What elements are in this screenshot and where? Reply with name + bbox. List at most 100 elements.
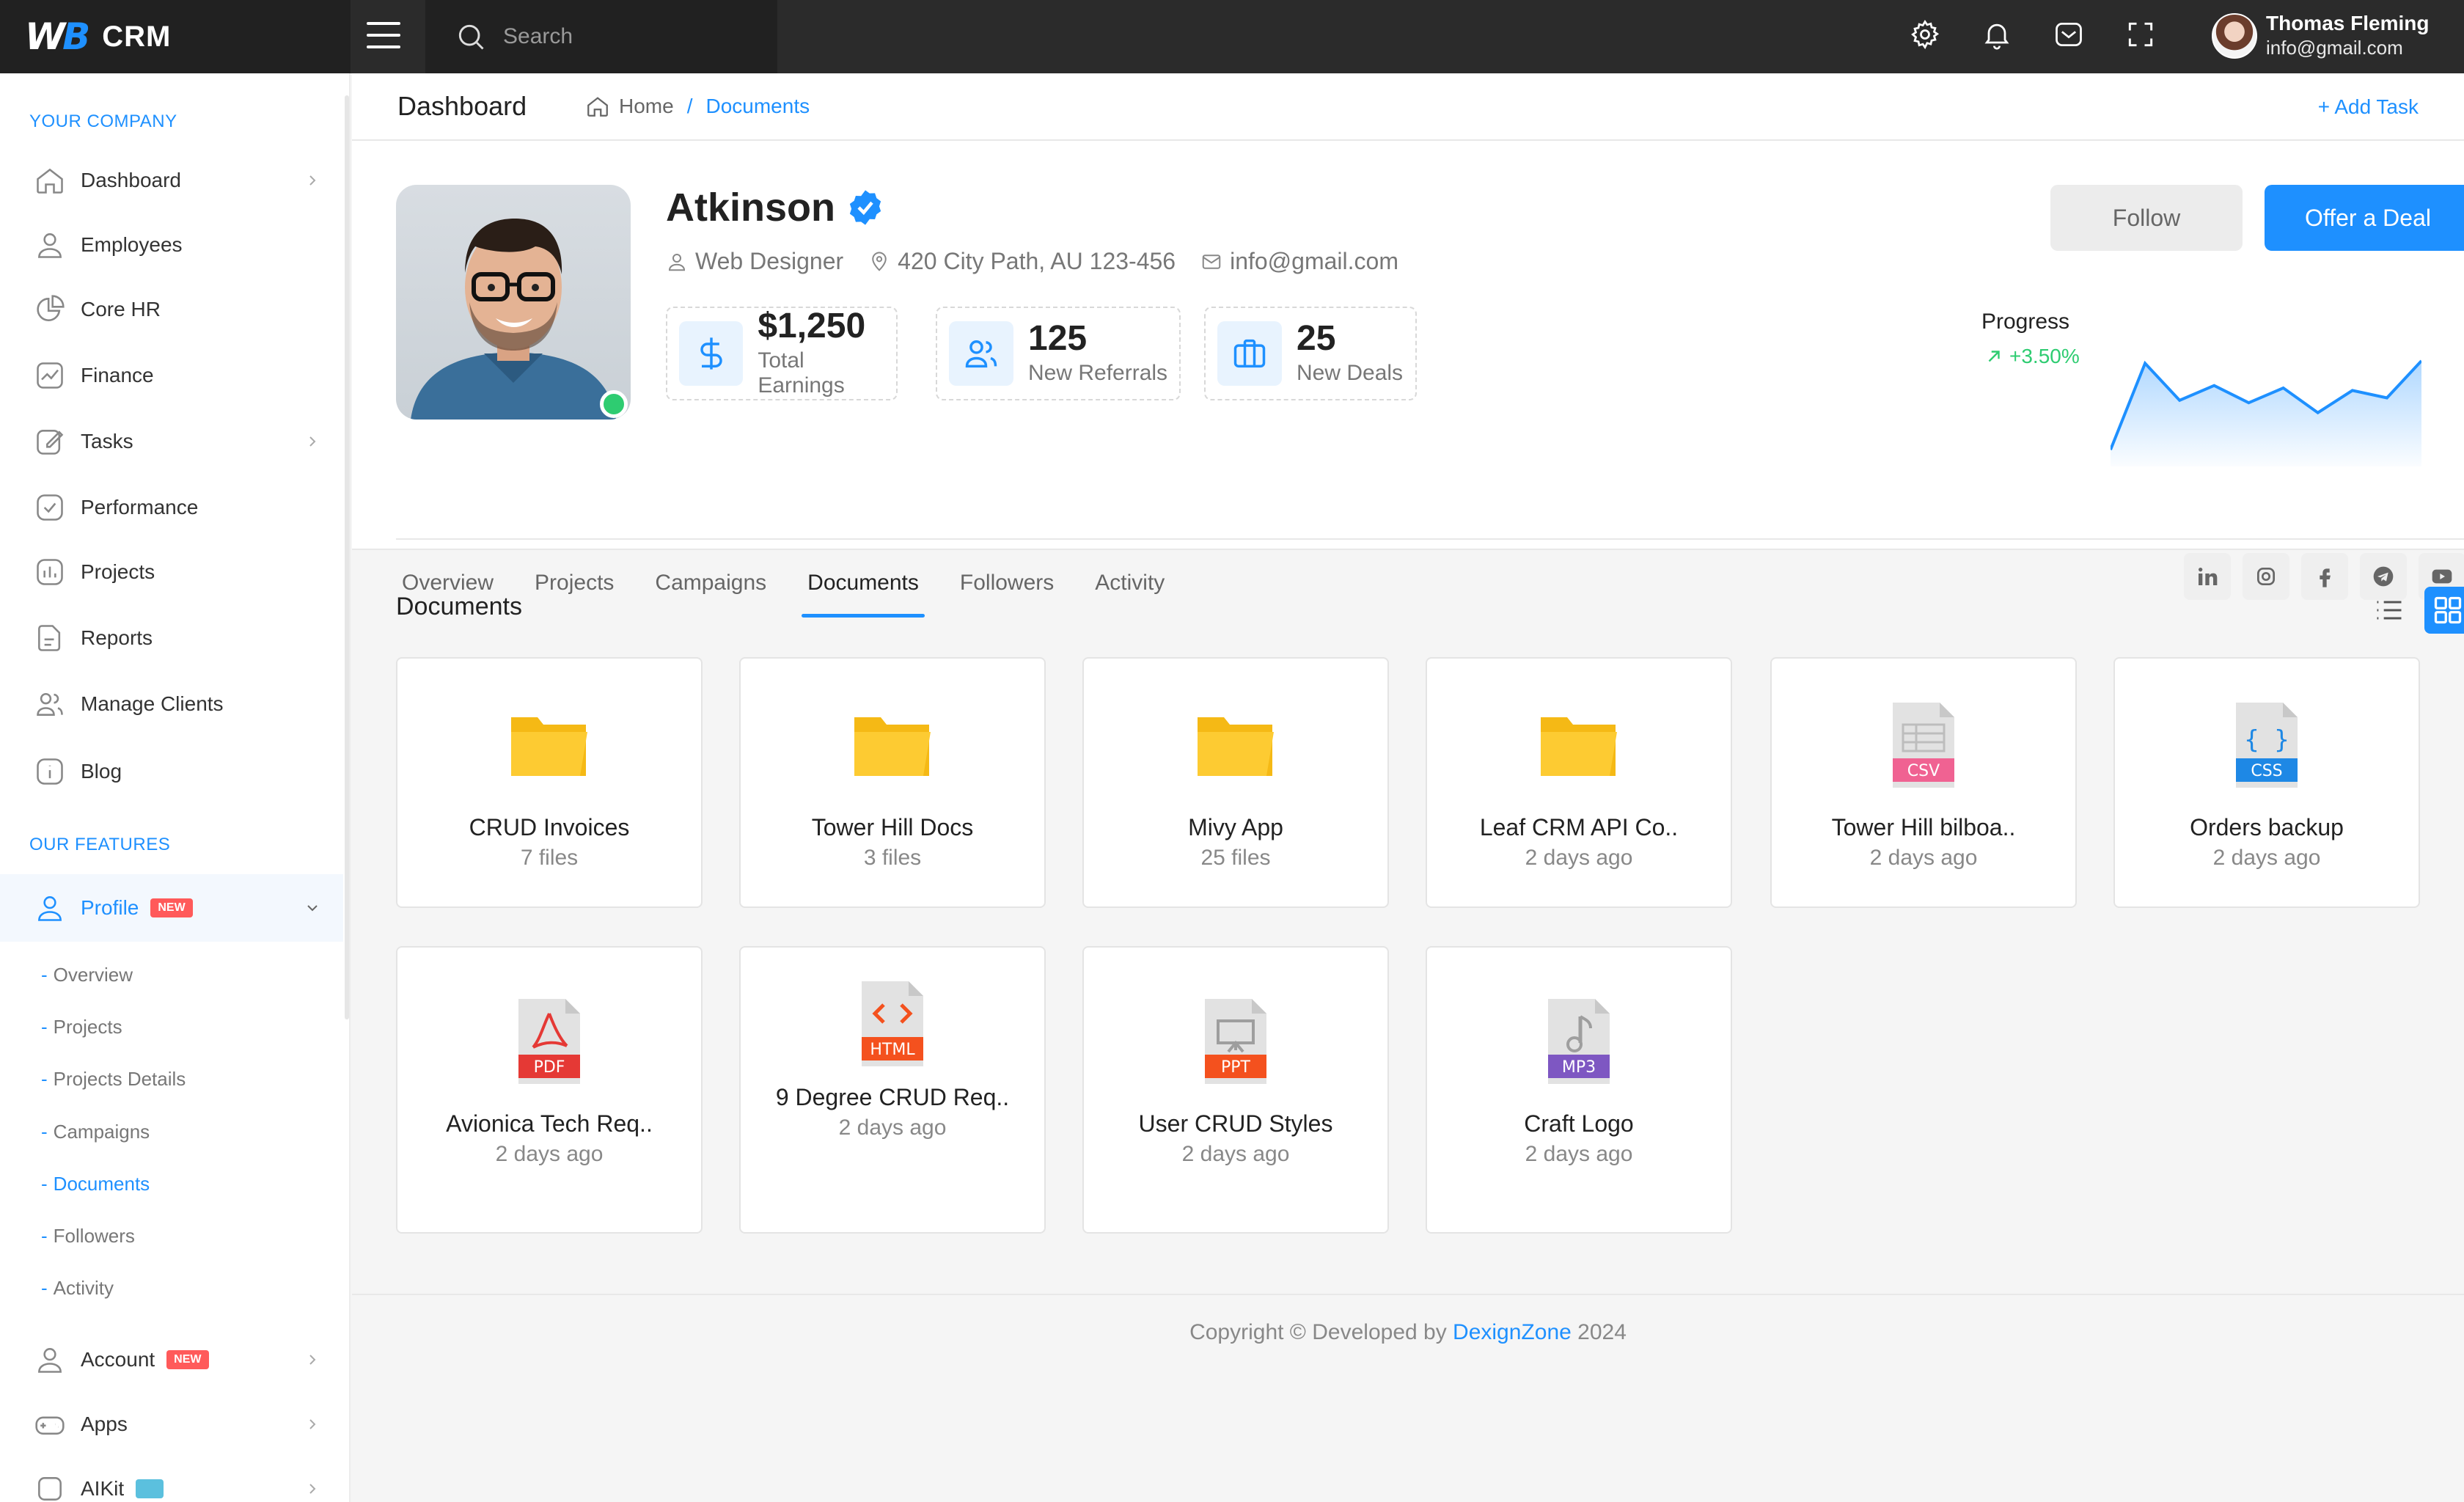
search-icon	[458, 24, 484, 50]
chevron-right-icon	[309, 436, 316, 447]
sidebar-item-label: Projects	[81, 560, 155, 583]
tab-projects[interactable]: Projects	[529, 552, 620, 618]
stat-icon-box	[679, 321, 744, 386]
facebook-button[interactable]	[2301, 553, 2348, 600]
file-tag: CSV	[1907, 762, 1940, 780]
gamepad-icon	[35, 1416, 65, 1435]
sidebar-item-label: Dashboard	[81, 169, 181, 191]
sidebar-item-core-hr[interactable]: Core HR	[0, 280, 343, 339]
menu-toggle-button[interactable]	[367, 22, 400, 48]
profile-email[interactable]: info@gmail.com	[1200, 248, 1398, 275]
document-card[interactable]: { } CSS Orders backup 2 days ago	[2113, 657, 2420, 908]
user-icon	[668, 253, 686, 271]
sidebar-subitem-projects[interactable]: - Projects	[41, 1016, 122, 1038]
chevron-down-icon	[307, 905, 318, 912]
document-card[interactable]: Mivy App 25 files	[1082, 657, 1389, 908]
document-card[interactable]: PDF Avionica Tech Req.. 2 days ago	[396, 946, 703, 1234]
document-name: Tower Hill Docs	[811, 814, 974, 840]
info-icon	[37, 758, 63, 785]
inbox-icon	[2056, 22, 2082, 47]
document-card[interactable]: MP3 Craft Logo 2 days ago	[1426, 946, 1732, 1234]
sidebar-item-projects[interactable]: Projects	[0, 543, 343, 601]
dollar-icon	[700, 337, 722, 370]
profile-card: Atkinson Web Designer 420 City Path, AU …	[352, 141, 2464, 618]
notifications-button[interactable]	[1979, 16, 2015, 53]
sidebar-subitem-campaigns[interactable]: - Campaigns	[41, 1121, 150, 1143]
document-name: 9 Degree CRUD Req..	[775, 1084, 1010, 1110]
sidebar-item-aikit[interactable]: AIKit	[0, 1459, 343, 1502]
sidebar-item-reports[interactable]: Reports	[0, 609, 343, 667]
user-menu[interactable]: Thomas Fleming info@gmail.com	[2212, 12, 2429, 59]
stat-new-referrals: 125 New Referrals	[936, 307, 1181, 400]
stat-value: 125	[1028, 319, 1088, 358]
tab-activity[interactable]: Activity	[1089, 552, 1170, 618]
sidebar-subitem-overview[interactable]: - Overview	[41, 964, 133, 986]
sub-dash: -	[41, 1121, 48, 1143]
page-header: Dashboard Home / Documents + Add Task	[352, 73, 2464, 141]
grid-view-button[interactable]	[2424, 587, 2464, 634]
sub-dash: -	[41, 1225, 48, 1247]
location-pin-icon	[872, 252, 887, 271]
sidebar-item-blog[interactable]: Blog	[0, 742, 343, 801]
person-portrait	[411, 219, 616, 420]
view-toggle	[2366, 587, 2464, 634]
file-icon	[38, 625, 61, 651]
breadcrumb-home-link[interactable]: Home	[619, 95, 674, 118]
document-meta: 2 days ago	[495, 1141, 604, 1166]
sidebar-subitem-label: Overview	[53, 964, 133, 986]
sidebar-item-finance[interactable]: Finance	[0, 346, 343, 405]
add-task-link[interactable]: + Add Task	[2318, 95, 2419, 119]
search-input[interactable]	[503, 24, 767, 49]
tab-followers[interactable]: Followers	[954, 552, 1060, 618]
sidebar-subitem-activity[interactable]: - Activity	[41, 1277, 114, 1300]
tab-campaigns[interactable]: Campaigns	[649, 552, 772, 618]
document-meta: 7 files	[520, 845, 579, 870]
stat-total-earnings: $1,250 Total Earnings	[666, 307, 898, 400]
linkedin-button[interactable]	[2184, 553, 2231, 600]
fullscreen-button[interactable]	[2122, 16, 2159, 53]
sidebar-scrollbar[interactable]	[345, 95, 349, 1019]
verified-badge-icon	[849, 190, 881, 225]
file-tag: HTML	[870, 1041, 915, 1059]
gear-icon	[1911, 20, 1940, 50]
document-card[interactable]: Tower Hill Docs 3 files	[739, 657, 1046, 908]
brand[interactable]: WB CRM	[0, 0, 351, 73]
sidebar-subitem-followers[interactable]: - Followers	[41, 1225, 135, 1248]
instagram-button[interactable]	[2243, 553, 2289, 600]
sidebar: YOUR COMPANY Dashboard Employees Core HR…	[0, 73, 351, 1502]
document-meta: 2 days ago	[1869, 845, 1978, 870]
sidebar-item-apps[interactable]: Apps	[0, 1395, 343, 1454]
top-icons	[1907, 16, 2159, 53]
sidebar-item-tasks[interactable]: Tasks	[0, 412, 343, 471]
chevron-right-icon	[309, 1484, 316, 1494]
offer-deal-button[interactable]: Offer a Deal	[2265, 185, 2464, 251]
sidebar-item-dashboard[interactable]: Dashboard	[0, 151, 343, 210]
sidebar-item-performance[interactable]: Performance	[0, 478, 343, 537]
tab-documents[interactable]: Documents	[802, 552, 925, 618]
sidebar-subitem-label: Projects	[53, 1016, 122, 1038]
sidebar-item-account[interactable]: Account NEW	[0, 1330, 343, 1389]
sidebar-item-profile[interactable]: Profile NEW	[0, 874, 343, 942]
document-card[interactable]: CSV Tower Hill bilboa.. 2 days ago	[1770, 657, 2077, 908]
document-card[interactable]: CRUD Invoices 7 files	[396, 657, 703, 908]
stat-icon-box	[1217, 321, 1282, 386]
linkedin-icon	[2199, 568, 2218, 585]
document-card[interactable]: Leaf CRM API Co.. 2 days ago	[1426, 657, 1732, 908]
document-card[interactable]: HTML 9 Degree CRUD Req.. 2 days ago	[739, 946, 1046, 1234]
sidebar-item-label: Employees	[81, 233, 183, 256]
mail-icon	[1202, 254, 1221, 269]
sidebar-subitem-documents[interactable]: - Documents	[41, 1173, 150, 1195]
sidebar-item-employees[interactable]: Employees	[0, 216, 343, 274]
settings-button[interactable]	[1907, 16, 1943, 53]
footer-link[interactable]: DexignZone	[1453, 1320, 1572, 1344]
list-view-button[interactable]	[2366, 587, 2413, 634]
folder-icon	[511, 717, 587, 776]
document-meta: 2 days ago	[1525, 845, 1633, 870]
stat-value: 25	[1297, 319, 1336, 358]
document-card[interactable]: PPT User CRUD Styles 2 days ago	[1082, 946, 1389, 1234]
follow-button[interactable]: Follow	[2050, 185, 2243, 251]
messages-button[interactable]	[2050, 16, 2087, 53]
file-tag: CSS	[2251, 762, 2282, 780]
sidebar-subitem-projects-details[interactable]: - Projects Details	[41, 1068, 186, 1091]
sidebar-item-manage-clients[interactable]: Manage Clients	[0, 675, 343, 733]
